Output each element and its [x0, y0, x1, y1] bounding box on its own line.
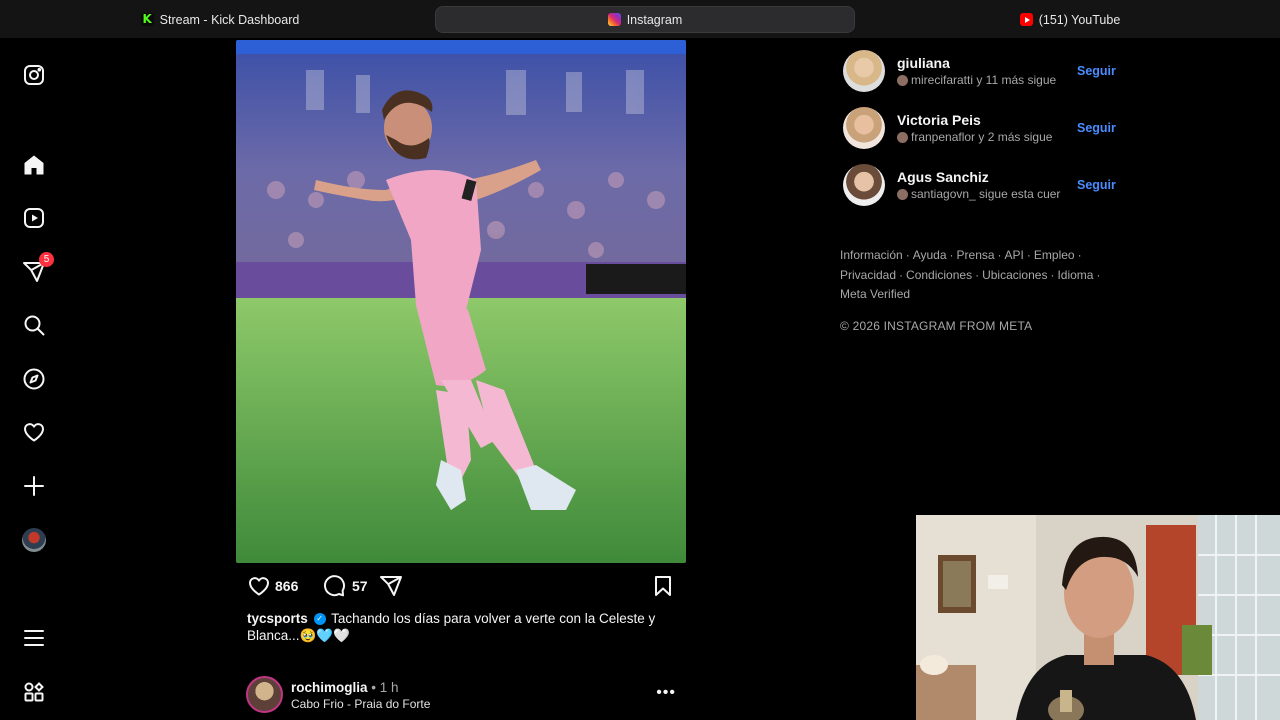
more-apps-icon[interactable] — [20, 678, 48, 706]
avatar — [22, 528, 46, 552]
instagram-icon — [607, 13, 621, 26]
post-actions: 866 57 — [247, 574, 685, 600]
footer-link[interactable]: Condiciones — [906, 268, 972, 282]
post-image[interactable] — [236, 40, 686, 563]
messages-badge: 5 — [39, 252, 54, 267]
bookmark-icon — [655, 576, 671, 596]
footer-link[interactable]: Información — [840, 248, 903, 262]
avatar[interactable] — [843, 50, 885, 92]
suggestion-item: Agus Sanchiz santiagovn_ sigue esta cuer… — [843, 164, 1123, 206]
caption-username[interactable]: tycsports — [247, 611, 308, 626]
suggestion-subtitle-text: mirecifaratti y 11 más sigue — [911, 73, 1057, 87]
like-button[interactable]: 866 — [247, 574, 298, 598]
avatar[interactable] — [843, 107, 885, 149]
tab-youtube[interactable]: (151) YouTube — [990, 6, 1150, 33]
next-post-username[interactable]: rochimoglia — [291, 680, 368, 695]
player-celebrating-photo — [236, 40, 686, 563]
tab-label: Instagram — [626, 12, 683, 27]
home-icon[interactable] — [20, 151, 48, 179]
follow-button[interactable]: Seguir — [1077, 178, 1116, 192]
tab-label: Stream - Kick Dashboard — [159, 12, 300, 27]
footer-link[interactable]: API — [1005, 248, 1024, 262]
footer-link[interactable]: Idioma — [1057, 268, 1093, 282]
share-button[interactable] — [379, 574, 403, 598]
footer-link[interactable]: Empleo — [1034, 248, 1075, 262]
footer-link[interactable]: Ayuda — [913, 248, 947, 262]
likes-count[interactable]: 866 — [275, 578, 298, 594]
tab-kick-dashboard[interactable]: K Stream - Kick Dashboard — [100, 6, 340, 33]
suggestion-subtitle-text: santiagovn_ sigue esta cuer — [911, 187, 1061, 201]
avatar[interactable] — [843, 164, 885, 206]
footer-link[interactable]: Ubicaciones — [982, 268, 1047, 282]
comments-count[interactable]: 57 — [352, 578, 368, 594]
save-button[interactable] — [651, 574, 675, 598]
suggestion-subtitle-text: franpenaflor y 2 más sigue — [911, 130, 1053, 144]
suggestion-name[interactable]: giuliana — [897, 55, 950, 71]
suggestion-item: giuliana mirecifaratti y 11 más sigue Se… — [843, 50, 1123, 92]
suggestion-subtitle: santiagovn_ sigue esta cuer — [897, 187, 1067, 201]
follow-button[interactable]: Seguir — [1077, 64, 1116, 78]
webcam-overlay — [916, 515, 1280, 720]
suggestion-subtitle: franpenaflor y 2 más sigue — [897, 130, 1067, 144]
tab-instagram[interactable]: Instagram — [435, 6, 855, 33]
verified-badge-icon: ✓ — [313, 613, 326, 626]
tab-label: (151) YouTube — [1038, 12, 1121, 27]
follow-button[interactable]: Seguir — [1077, 121, 1116, 135]
more-options-icon[interactable]: ••• — [656, 684, 676, 702]
suggestion-name[interactable]: Agus Sanchiz — [897, 169, 989, 185]
next-post-time: • 1 h — [371, 680, 399, 695]
footer-link[interactable]: Meta Verified — [840, 287, 910, 301]
suggestion-item: Victoria Peis franpenaflor y 2 más sigue… — [843, 107, 1123, 149]
avatar[interactable] — [246, 676, 283, 713]
next-post-user-line: rochimoglia • 1 h — [291, 680, 399, 695]
browser-tab-bar: K Stream - Kick Dashboard Instagram (151… — [0, 0, 1280, 38]
menu-icon[interactable] — [20, 624, 48, 652]
youtube-icon — [1019, 13, 1033, 26]
suggestion-name[interactable]: Victoria Peis — [897, 112, 981, 128]
caption-text: Tachando los días para volver a verte co… — [247, 611, 656, 643]
sidebar-nav: 5 — [0, 38, 72, 720]
comment-button[interactable]: 57 — [322, 574, 368, 598]
next-post-location[interactable]: Cabo Frio - Praia do Forte — [291, 697, 430, 711]
post-caption: tycsports ✓ Tachando los días para volve… — [247, 610, 687, 644]
suggestion-subtitle: mirecifaratti y 11 más sigue — [897, 73, 1067, 87]
mutual-avatar — [897, 74, 908, 86]
search-icon[interactable] — [20, 311, 48, 339]
footer-links: Información · Ayuda · Prensa · API · Empleo · Pri… — [840, 248, 1101, 301]
reels-icon[interactable] — [20, 204, 48, 232]
mutual-avatar — [897, 188, 908, 200]
copyright: © 2026 INSTAGRAM FROM META — [840, 319, 1033, 333]
next-post-header: rochimoglia • 1 h Cabo Frio - Praia do F… — [246, 676, 686, 716]
profile-avatar[interactable] — [20, 526, 48, 554]
share-icon — [380, 576, 402, 596]
kick-icon: K — [140, 12, 154, 26]
footer-link[interactable]: Privacidad — [840, 268, 896, 282]
notifications-icon[interactable] — [20, 418, 48, 446]
explore-icon[interactable] — [20, 365, 48, 393]
footer-link[interactable]: Prensa — [957, 248, 995, 262]
messages-icon[interactable]: 5 — [20, 252, 54, 286]
create-icon[interactable] — [20, 472, 48, 500]
webcam-feed — [916, 515, 1280, 720]
mutual-avatar — [897, 131, 908, 143]
instagram-logo-icon[interactable] — [20, 61, 48, 89]
